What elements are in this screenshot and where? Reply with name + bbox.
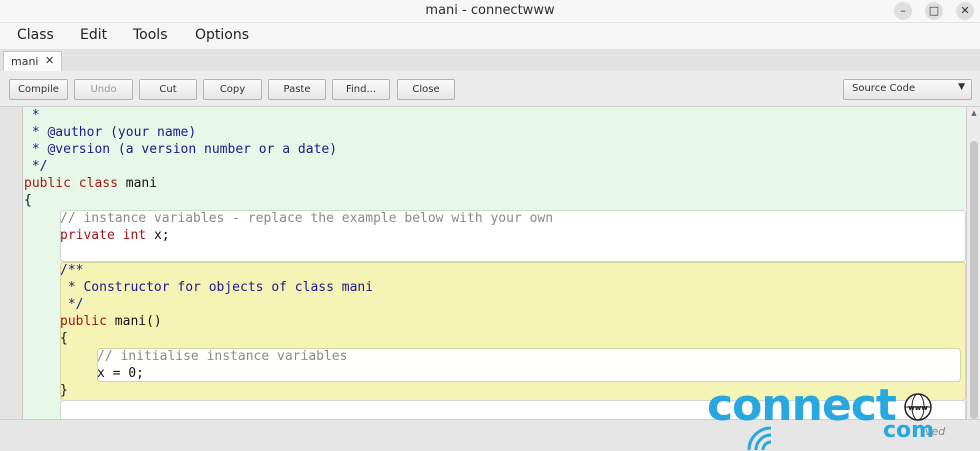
scroll-thumb[interactable] — [970, 141, 978, 419]
signal-waves-icon — [747, 426, 772, 450]
keyword: int — [122, 228, 147, 243]
logo-sub-text: com — [883, 418, 935, 443]
tab-mani[interactable]: mani ✕ — [3, 51, 62, 72]
code-line: /** — [60, 263, 84, 278]
copy-button[interactable]: Copy — [203, 79, 262, 100]
close-icon[interactable]: ✕ — [45, 54, 54, 67]
minimize-button[interactable]: – — [894, 2, 912, 20]
vertical-scrollbar[interactable]: ▲ — [966, 107, 980, 419]
code-line: { — [24, 193, 32, 208]
menu-class[interactable]: Class — [17, 27, 54, 43]
scroll-up-icon[interactable]: ▲ — [967, 109, 980, 117]
view-select[interactable]: Source Code ▼ — [843, 79, 972, 100]
code-line: public class mani — [24, 175, 157, 192]
watermark-logo: connect www com — [707, 380, 967, 450]
keyword: public — [24, 176, 71, 191]
globe-text: www — [908, 404, 928, 412]
tab-label: mani — [11, 55, 39, 68]
code-line: public mani() — [60, 313, 162, 330]
variable: x; — [153, 228, 170, 243]
line-gutter — [0, 107, 23, 419]
menu-bar: Class Edit Tools Options — [0, 23, 980, 49]
code-editor[interactable]: * * @author (your name) * @version (a ve… — [0, 107, 980, 419]
code-line: */ — [60, 297, 84, 312]
tab-strip: mani ✕ — [0, 49, 980, 72]
logo-main-text: connect — [707, 380, 897, 431]
editor-toolbar: Compile Undo Cut Copy Paste Find... Clos… — [0, 71, 980, 107]
close-window-button[interactable]: ✕ — [956, 2, 974, 20]
maximize-button[interactable]: □ — [925, 2, 943, 20]
code-line: // initialise instance variables — [97, 349, 348, 364]
view-select-value: Source Code — [852, 83, 916, 94]
menu-edit[interactable]: Edit — [80, 27, 107, 43]
window-titlebar: mani - connectwww – □ ✕ — [0, 0, 980, 23]
keyword: class — [78, 176, 118, 191]
close-button[interactable]: Close — [397, 79, 455, 100]
code-line: x = 0; — [97, 366, 144, 381]
code-line: * — [24, 108, 40, 123]
menu-tools[interactable]: Tools — [133, 27, 168, 43]
code-line: { — [60, 331, 68, 346]
keyword: private — [60, 228, 115, 243]
find-button[interactable]: Find... — [332, 79, 390, 100]
method-name: mani() — [114, 314, 162, 329]
code-line: } — [60, 383, 68, 398]
undo-button[interactable]: Undo — [74, 79, 133, 100]
keyword: public — [60, 314, 107, 329]
code-line: * @version (a version number or a date) — [24, 142, 338, 157]
menu-options[interactable]: Options — [195, 27, 249, 43]
code-line: */ — [24, 159, 48, 174]
class-name: mani — [125, 176, 158, 191]
code-line: private int x; — [60, 227, 170, 244]
code-line: // instance variables - replace the exam… — [60, 211, 554, 226]
code-line: * @author (your name) — [24, 125, 197, 140]
chevron-down-icon: ▼ — [958, 82, 965, 92]
paste-button[interactable]: Paste — [268, 79, 326, 100]
compile-button[interactable]: Compile — [9, 79, 68, 100]
code-line: * Constructor for objects of class mani — [60, 280, 374, 295]
window-title: mani - connectwww — [425, 3, 555, 18]
cut-button[interactable]: Cut — [139, 79, 197, 100]
